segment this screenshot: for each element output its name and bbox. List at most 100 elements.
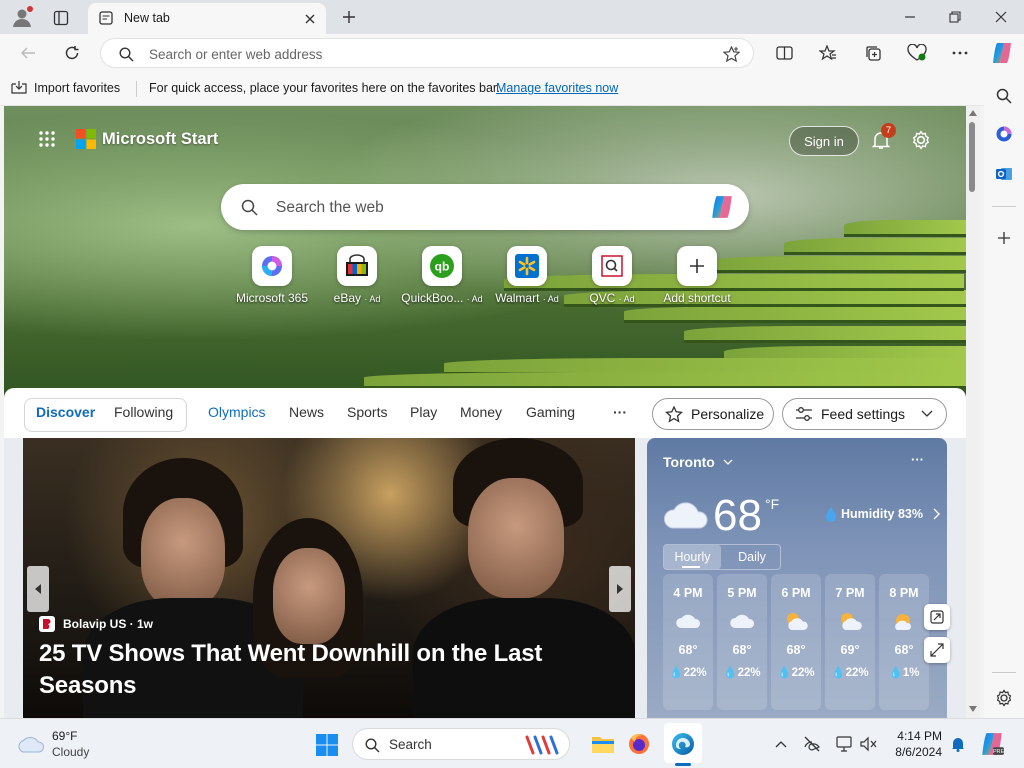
manage-favorites-link[interactable]: Manage favorites now — [496, 81, 618, 95]
sidebar-search-icon[interactable] — [992, 84, 1016, 108]
profile-icon[interactable] — [10, 5, 34, 29]
ad-label: · Ad — [542, 294, 559, 304]
collections-icon[interactable] — [861, 41, 885, 65]
humidity-link[interactable]: Humidity 83% — [825, 506, 941, 522]
outlook-icon[interactable] — [992, 162, 1016, 186]
import-favorites-button[interactable]: Import favorites — [11, 80, 120, 95]
scrollbar-thumb[interactable] — [969, 122, 975, 192]
feedback-icon[interactable] — [924, 604, 950, 630]
expand-icon[interactable] — [924, 637, 950, 663]
tab-new-tab[interactable]: New tab — [88, 3, 326, 34]
notification-bell-icon[interactable] — [948, 734, 968, 754]
volume-muted-icon[interactable] — [858, 734, 878, 754]
personalize-label: Personalize — [691, 406, 765, 422]
feed-navigation: Discover Following Olympics News Sports … — [4, 388, 966, 438]
page-scrollbar[interactable] — [966, 106, 980, 718]
hour-precip: 22% — [683, 667, 707, 679]
search-icon — [117, 45, 135, 63]
apps-launcher-icon[interactable] — [36, 128, 58, 150]
browser-essentials-icon[interactable] — [904, 41, 930, 65]
hour-precip: 1% — [902, 667, 920, 679]
more-menu-icon[interactable] — [948, 41, 972, 65]
copilot-icon[interactable] — [988, 39, 1016, 67]
sign-in-button[interactable]: Sign in — [789, 126, 859, 156]
hour-precip: 22% — [791, 667, 815, 679]
shortcut-label: QVC — [589, 291, 616, 305]
tab-money[interactable]: Money — [460, 404, 502, 420]
taskbar-temp: 69°F — [52, 729, 78, 743]
tab-gaming[interactable]: Gaming — [526, 404, 575, 420]
scroll-up-arrow-icon[interactable] — [969, 110, 977, 116]
svg-text:PRE: PRE — [993, 749, 1005, 755]
taskbar-search-box[interactable]: Search — [352, 728, 570, 760]
address-bar[interactable]: Search or enter web address — [100, 38, 754, 68]
close-window-button[interactable] — [989, 6, 1013, 28]
back-icon[interactable] — [16, 41, 40, 65]
firefox-icon[interactable] — [626, 731, 652, 757]
divider — [136, 81, 137, 97]
cloud-icon — [663, 500, 709, 533]
daily-tab[interactable]: Daily — [724, 545, 780, 569]
partly-cloudy-icon — [825, 610, 875, 635]
scroll-down-arrow-icon[interactable] — [969, 706, 977, 712]
weather-card[interactable]: Toronto ··· 68 °F Humidity 83% Hourly Da… — [647, 438, 947, 718]
add-shortcut-button[interactable]: Add shortcut — [647, 246, 747, 305]
next-slide-button[interactable] — [609, 566, 631, 612]
import-favorites-label: Import favorites — [34, 80, 121, 95]
microsoft-start-logo[interactable]: Microsoft Start — [76, 129, 218, 149]
new-tab-button[interactable] — [338, 6, 360, 28]
copilot-icon[interactable] — [707, 193, 737, 221]
microsoft-365-icon[interactable] — [992, 122, 1016, 146]
favorites-icon[interactable] — [816, 41, 840, 65]
windows-start-icon[interactable] — [314, 732, 340, 758]
favorites-bar: Import favorites For quick access, place… — [0, 72, 1024, 106]
split-screen-icon[interactable] — [772, 41, 796, 65]
hourly-forecast-item[interactable]: 6 PM 68° 💧22% — [771, 574, 821, 710]
tab-discover[interactable]: Discover — [36, 404, 95, 420]
page-settings-gear-icon[interactable] — [908, 126, 934, 154]
sidebar-settings-icon[interactable] — [992, 686, 1016, 710]
tab-sports[interactable]: Sports — [347, 404, 387, 420]
add-favorite-star-icon[interactable] — [721, 44, 741, 64]
close-tab-icon[interactable] — [302, 11, 318, 27]
hour-temp: 68° — [732, 643, 752, 657]
tab-actions-icon[interactable] — [50, 7, 72, 29]
feed-settings-button[interactable]: Feed settings — [782, 398, 947, 430]
hourly-forecast-item[interactable]: 5 PM 68° 💧22% — [717, 574, 767, 710]
tab-following[interactable]: Following — [114, 404, 173, 420]
add-sidebar-app-icon[interactable] — [992, 226, 1016, 250]
edge-browser-icon[interactable] — [670, 731, 696, 757]
system-clock[interactable]: 4:14 PM 8/6/2024 — [890, 729, 942, 759]
restore-button[interactable] — [943, 6, 967, 28]
hour-time: 4 PM — [673, 586, 703, 600]
web-search-box[interactable]: Search the web — [221, 184, 749, 230]
news-card[interactable]: Bolavip US · 1w 25 TV Shows That Went Do… — [23, 438, 635, 718]
news-headline[interactable]: 25 TV Shows That Went Downhill on the La… — [39, 638, 599, 702]
news-source[interactable]: Bolavip US · 1w — [39, 616, 153, 632]
weather-city: Toronto — [663, 454, 715, 470]
tab-news[interactable]: News — [289, 404, 324, 420]
location-selector[interactable]: Toronto — [663, 454, 733, 470]
taskbar-weather-widget[interactable]: 69°F Cloudy — [16, 729, 89, 759]
copilot-taskbar-icon[interactable]: PRE — [978, 730, 1006, 758]
hourly-forecast-item[interactable]: 7 PM 69° 💧22% — [825, 574, 875, 710]
sliders-icon — [796, 407, 812, 421]
display-icon[interactable] — [834, 734, 854, 754]
tab-play[interactable]: Play — [410, 404, 437, 420]
divider — [992, 206, 1016, 207]
personalize-button[interactable]: Personalize — [652, 398, 774, 430]
hourly-forecast-item[interactable]: 8 PM 68° 💧1% — [879, 574, 929, 710]
refresh-icon[interactable] — [60, 41, 84, 65]
weather-more-button[interactable]: ··· — [911, 452, 924, 467]
more-tabs-button[interactable]: ··· — [613, 404, 627, 420]
show-hidden-icons-chevron-icon[interactable] — [772, 735, 790, 753]
tab-olympics[interactable]: Olympics — [208, 404, 266, 420]
taskbar-search-label: Search — [389, 737, 432, 752]
previous-slide-button[interactable] — [27, 566, 49, 612]
network-disconnected-icon[interactable] — [802, 734, 822, 754]
hourly-forecast-item[interactable]: 4 PM 68° 💧22% — [663, 574, 713, 710]
file-explorer-icon[interactable] — [590, 731, 616, 757]
notification-count-badge: 7 — [881, 123, 896, 138]
minimize-button[interactable] — [898, 6, 922, 28]
ad-label: · Ad — [364, 294, 381, 304]
